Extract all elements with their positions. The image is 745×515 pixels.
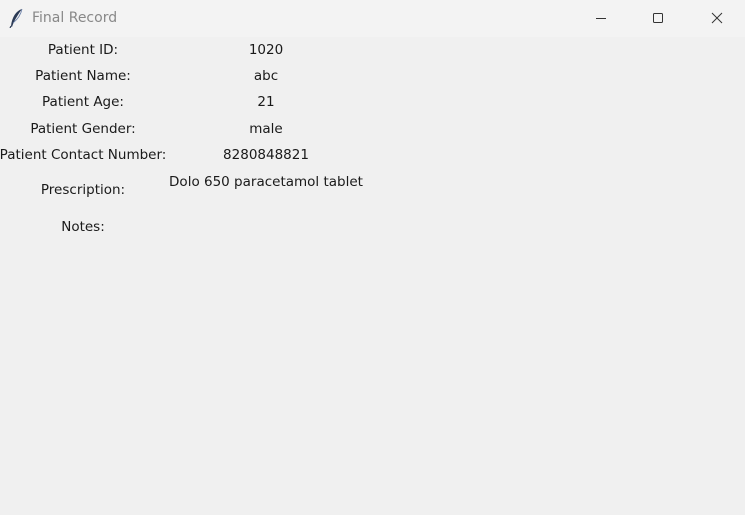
maximize-button[interactable] bbox=[635, 0, 681, 36]
patient-contact-value: 8280848821 bbox=[223, 147, 309, 163]
notes-label: Notes: bbox=[61, 219, 105, 235]
feather-icon bbox=[9, 8, 25, 29]
minimize-button[interactable] bbox=[578, 0, 624, 36]
prescription-value: Dolo 650 paracetamol tablet bbox=[169, 174, 363, 190]
patient-name-label: Patient Name: bbox=[35, 68, 131, 84]
patient-age-value: 21 bbox=[257, 94, 275, 110]
patient-contact-label: Patient Contact Number: bbox=[0, 147, 167, 163]
app-window: Final Record Patient ID: 1020 Patient Na… bbox=[0, 0, 745, 515]
maximize-icon bbox=[652, 9, 664, 28]
minimize-icon bbox=[595, 9, 607, 28]
window-title: Final Record bbox=[32, 10, 118, 26]
record-panel: Patient ID: 1020 Patient Name: abc Patie… bbox=[0, 37, 745, 515]
patient-age-label: Patient Age: bbox=[42, 94, 124, 110]
patient-id-value: 1020 bbox=[248, 42, 284, 58]
patient-gender-value: male bbox=[249, 121, 283, 137]
close-button[interactable] bbox=[694, 0, 740, 36]
prescription-label: Prescription: bbox=[40, 182, 126, 198]
patient-gender-label: Patient Gender: bbox=[30, 121, 136, 137]
patient-name-value: abc bbox=[253, 68, 279, 84]
close-icon bbox=[711, 9, 723, 28]
title-bar[interactable]: Final Record bbox=[0, 0, 745, 37]
patient-id-label: Patient ID: bbox=[47, 42, 119, 58]
